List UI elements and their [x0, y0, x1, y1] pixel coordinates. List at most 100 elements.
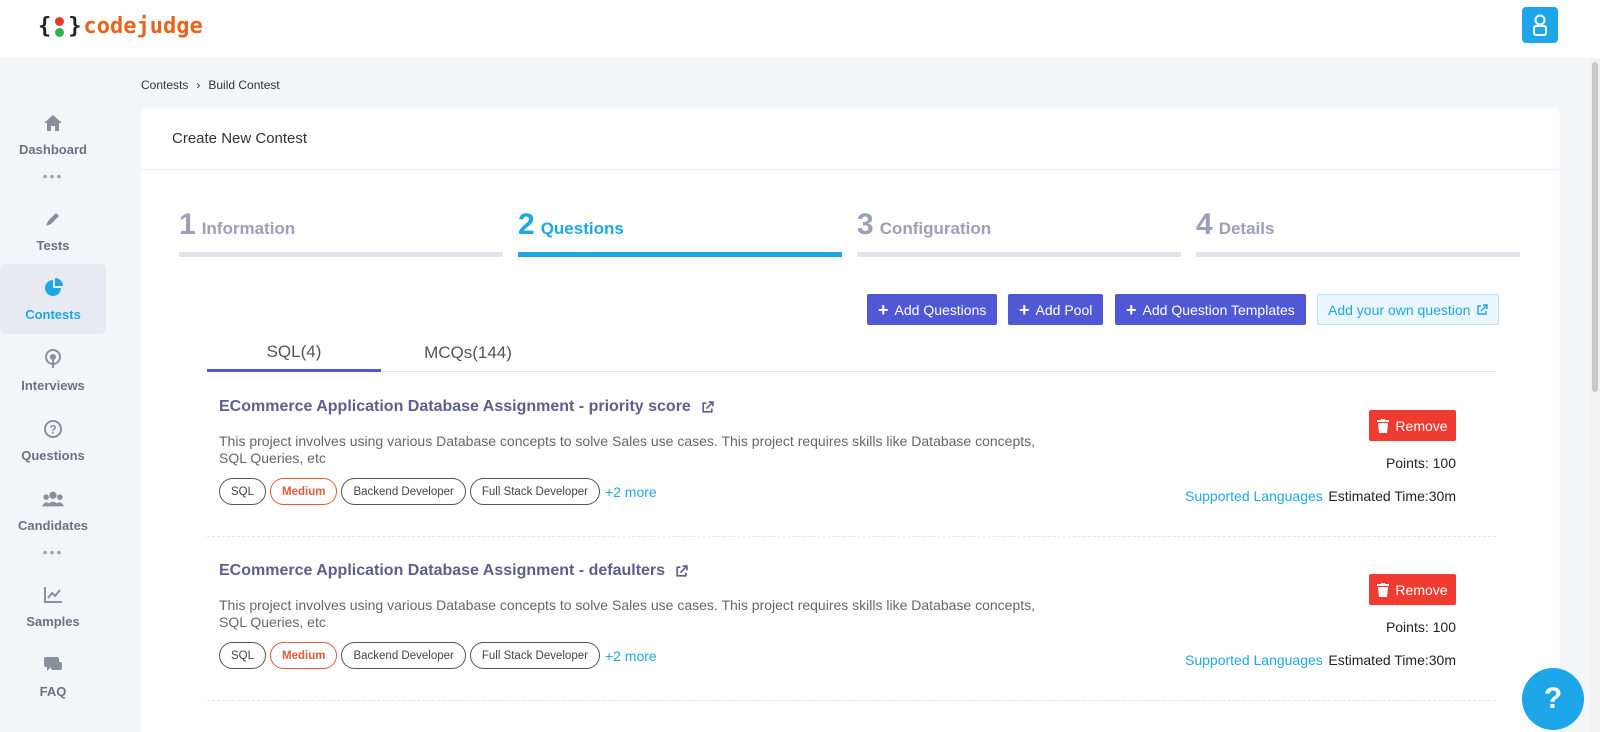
tag-difficulty: Medium — [270, 478, 338, 505]
step-information[interactable]: 1 Information — [179, 208, 503, 268]
tab-sql[interactable]: SQL(4) — [207, 334, 381, 372]
question-tags: SQL Medium Backend Developer Full Stack … — [219, 478, 657, 505]
top-header: { } codejudge — [0, 0, 1600, 58]
tag-role: Full Stack Developer — [469, 642, 600, 669]
estimated-time: Estimated Time:30m — [1328, 652, 1456, 668]
step-progress-bar — [1196, 252, 1520, 257]
external-link-icon — [702, 400, 714, 413]
breadcrumb-build-contest: Build Contest — [208, 78, 280, 92]
users-icon — [42, 488, 64, 510]
question-title: ECommerce Application Database Assignmen… — [219, 562, 666, 579]
breadcrumb-separator: › — [196, 78, 201, 92]
tab-mcqs[interactable]: MCQs(144) — [381, 334, 555, 372]
add-pool-button[interactable]: + Add Pool — [1008, 294, 1104, 325]
add-pool-label: Add Pool — [1035, 301, 1093, 318]
create-contest-card: Create New Contest 1 Information 2 Questio… — [141, 108, 1560, 732]
plus-icon: + — [1019, 299, 1030, 320]
tag-sql: SQL — [219, 478, 267, 505]
sidebar-item-label: Questions — [21, 447, 85, 463]
step-number: 1 — [179, 208, 196, 241]
external-link-icon — [676, 564, 688, 577]
step-label: Details — [1218, 219, 1275, 238]
sidebar-item-faq[interactable]: FAQ — [0, 642, 106, 710]
step-configuration[interactable]: 3 Configuration — [857, 208, 1181, 268]
sidebar-item-questions[interactable]: ? Questions — [0, 406, 106, 474]
sidebar-item-tests[interactable]: Tests — [0, 196, 106, 264]
supported-languages-link[interactable]: Supported Languages — [1185, 652, 1323, 668]
remove-button[interactable]: Remove — [1369, 410, 1456, 441]
sidebar-item-label: Contests — [25, 306, 81, 322]
step-progress-bar — [179, 252, 503, 257]
svg-text:?: ? — [49, 422, 56, 436]
sidebar-item-label: FAQ — [39, 683, 67, 699]
tag-difficulty: Medium — [270, 642, 338, 669]
traffic-light-icon — [55, 16, 65, 37]
sidebar-item-interviews[interactable]: Interviews — [0, 336, 106, 404]
scrollbar-thumb[interactable] — [1592, 62, 1598, 392]
external-link-icon — [1477, 303, 1489, 315]
more-tags-link[interactable]: +2 more — [605, 484, 657, 500]
question-type-tabs: SQL(4) MCQs(144) — [207, 334, 1496, 372]
supported-languages-link[interactable]: Supported Languages — [1185, 488, 1323, 504]
question-points: Points: 100 — [1385, 619, 1456, 635]
remove-button[interactable]: Remove — [1369, 574, 1456, 605]
question-title: ECommerce Application Database Assignmen… — [219, 398, 691, 415]
question-item: ECommerce Application Database Assignmen… — [207, 373, 1496, 537]
sidebar-item-label: Samples — [26, 613, 80, 629]
step-number: 2 — [518, 208, 535, 241]
sidebar-item-label: Interviews — [21, 377, 85, 393]
question-description: This project involves using various Data… — [219, 433, 1036, 466]
step-number: 3 — [857, 208, 874, 241]
step-details[interactable]: 4 Details — [1196, 208, 1520, 268]
logo-close-brace: } — [68, 14, 82, 39]
question-points: Points: 100 — [1385, 455, 1456, 471]
profile-button[interactable] — [1522, 7, 1558, 43]
tag-role: Full Stack Developer — [469, 478, 600, 505]
tag-role: Backend Developer — [341, 642, 466, 669]
page-title: Create New Contest — [172, 130, 308, 147]
step-label: Questions — [540, 219, 624, 238]
step-questions[interactable]: 2 Questions — [518, 208, 842, 268]
breadcrumb-contests[interactable]: Contests — [141, 78, 188, 92]
plus-icon: + — [1126, 299, 1137, 320]
logo-open-brace: { — [38, 14, 52, 39]
sidebar-item-label: Dashboard — [19, 141, 87, 157]
codejudge-logo[interactable]: { } codejudge — [38, 14, 203, 39]
step-progress-bar — [518, 252, 842, 257]
help-button[interactable]: ? — [1522, 668, 1584, 730]
add-questions-label: Add Questions — [894, 301, 987, 318]
question-circle-icon: ? — [42, 418, 64, 440]
question-description: This project involves using various Data… — [219, 597, 1036, 630]
sidebar-divider-dots: ••• — [42, 544, 64, 560]
tag-sql: SQL — [219, 642, 267, 669]
broadcast-icon — [42, 348, 64, 370]
step-label: Configuration — [879, 219, 992, 238]
add-own-label: Add your own question — [1328, 301, 1471, 318]
card-divider — [141, 169, 1560, 170]
step-label: Information — [201, 219, 296, 238]
estimated-time: Estimated Time:30m — [1328, 488, 1456, 504]
user-icon — [1533, 14, 1547, 36]
sidebar-item-dashboard[interactable]: Dashboard — [0, 100, 106, 168]
sidebar-item-contests[interactable]: Contests — [0, 264, 106, 334]
question-title-link[interactable]: ECommerce Application Database Assignmen… — [219, 562, 688, 580]
add-question-templates-button[interactable]: + Add Question Templates — [1115, 294, 1306, 325]
step-number: 4 — [1196, 208, 1213, 241]
page-scrollbar[interactable] — [1590, 58, 1600, 732]
breadcrumb: Contests › Build Contest — [141, 78, 280, 92]
pencil-icon — [42, 208, 64, 230]
sidebar-item-candidates[interactable]: Candidates — [0, 476, 106, 544]
sidebar-item-label: Candidates — [17, 517, 89, 533]
sidebar-divider-dots: ••• — [42, 168, 64, 184]
question-tags: SQL Medium Backend Developer Full Stack … — [219, 642, 657, 669]
sidebar-item-samples[interactable]: Samples — [0, 572, 106, 640]
home-icon — [42, 112, 64, 134]
add-your-own-question-link[interactable]: Add your own question — [1317, 294, 1500, 325]
pie-chart-icon — [42, 277, 64, 299]
add-templates-label: Add Question Templates — [1142, 301, 1295, 318]
sidebar-item-label: Tests — [36, 237, 70, 253]
question-title-link[interactable]: ECommerce Application Database Assignmen… — [219, 398, 714, 416]
more-tags-link[interactable]: +2 more — [605, 648, 657, 664]
add-questions-button[interactable]: + Add Questions — [867, 294, 998, 325]
sidebar: Dashboard ••• Tests Contests Interviews … — [0, 58, 106, 732]
